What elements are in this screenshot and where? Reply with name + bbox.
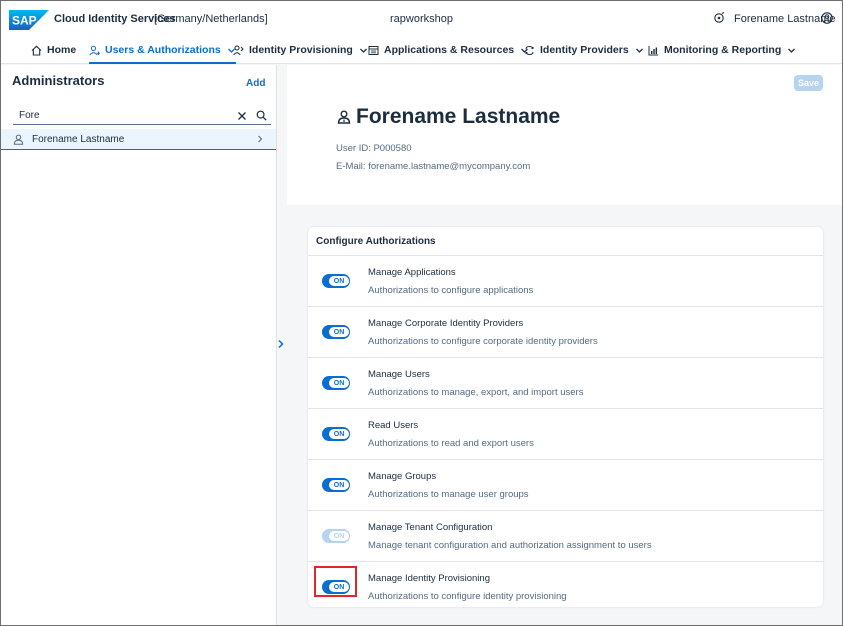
authorization-row: ON Manage Groups Authorizations to manag… bbox=[308, 460, 823, 511]
toggle-label: ON bbox=[329, 276, 349, 286]
page-title: Forename Lastname bbox=[356, 105, 561, 128]
card-title: Configure Authorizations bbox=[316, 236, 436, 247]
authorization-row: ON Manage Tenant Configuration Manage te… bbox=[308, 511, 823, 562]
home-icon bbox=[31, 45, 42, 56]
authorization-row: ON Read Users Authorizations to read and… bbox=[308, 409, 823, 460]
applications-icon bbox=[368, 45, 379, 55]
toggle-label: ON bbox=[329, 429, 349, 439]
app-window: SAP Cloud Identity Services [Germany/Net… bbox=[0, 0, 843, 626]
tab-home-label: Home bbox=[47, 44, 77, 56]
tab-applications-resources[interactable]: Applications & Resources bbox=[368, 37, 529, 63]
highlight-box bbox=[314, 566, 357, 597]
authorization-title: Manage Tenant Configuration bbox=[368, 522, 493, 533]
authorization-description: Authorizations to configure applications bbox=[368, 285, 534, 296]
authorization-title: Read Users bbox=[368, 420, 419, 431]
tab-users-authorizations-label: Users & Authorizations bbox=[105, 44, 221, 56]
administrators-list-pane: Administrators Add Fore Forename Lastnam… bbox=[1, 65, 277, 625]
user-email: E-Mail: forename.lastname@mycompany.com bbox=[336, 161, 531, 172]
authorization-row: ON Manage Users Authorizations to manage… bbox=[308, 358, 823, 409]
shell-bar: SAP Cloud Identity Services [Germany/Net… bbox=[1, 1, 842, 37]
detail-header: Save Forename Lastname User ID: P000580 … bbox=[287, 65, 842, 205]
add-button[interactable]: Add bbox=[246, 78, 265, 89]
toggle-manage-applications[interactable]: ON bbox=[322, 274, 350, 288]
toggle-label: ON bbox=[329, 480, 349, 490]
expand-pane-icon[interactable] bbox=[277, 339, 285, 349]
search-field[interactable]: Fore bbox=[13, 107, 271, 125]
provisioning-icon bbox=[233, 45, 244, 55]
authorization-description: Authorizations to configure corporate id… bbox=[368, 336, 598, 347]
configure-authorizations-card: Configure Authorizations ON Manage Appli… bbox=[308, 227, 823, 607]
identity-providers-icon bbox=[525, 45, 534, 55]
tab-identity-providers[interactable]: Identity Providers bbox=[524, 37, 644, 63]
tab-monitoring-reporting[interactable]: Monitoring & Reporting bbox=[648, 37, 796, 63]
authorization-title: Manage Corporate Identity Providers bbox=[368, 318, 524, 329]
top-navigation: Home Users & Authorizations Identity Pro… bbox=[1, 37, 842, 64]
user-id: User ID: P000580 bbox=[336, 143, 412, 154]
save-button[interactable]: Save bbox=[794, 75, 823, 91]
person-icon bbox=[337, 110, 351, 124]
clear-icon[interactable] bbox=[237, 111, 247, 121]
search-icon[interactable] bbox=[256, 110, 267, 121]
toggle-manage-tenant-configuration: ON bbox=[322, 529, 350, 543]
list-item[interactable]: Forename Lastname bbox=[1, 129, 276, 150]
toggle-label: ON bbox=[329, 531, 349, 541]
authorization-description: Manage tenant configuration and authoriz… bbox=[368, 540, 652, 551]
toggle-manage-users[interactable]: ON bbox=[322, 376, 350, 390]
authorization-title: Manage Identity Provisioning bbox=[368, 573, 490, 584]
toggle-manage-groups[interactable]: ON bbox=[322, 478, 350, 492]
chevron-down-icon bbox=[788, 48, 796, 53]
user-avatar-icon[interactable] bbox=[821, 12, 833, 24]
toggle-manage-corporate-identity-providers[interactable]: ON bbox=[322, 325, 350, 339]
search-input[interactable]: Fore bbox=[13, 110, 237, 121]
chevron-down-icon bbox=[635, 48, 643, 53]
authorization-title: Manage Users bbox=[368, 369, 430, 380]
person-icon bbox=[13, 134, 24, 145]
tab-home[interactable]: Home bbox=[31, 37, 76, 63]
users-icon bbox=[89, 45, 100, 55]
authorization-row: ON Manage Identity Provisioning Authoriz… bbox=[308, 562, 823, 607]
list-title: Administrators bbox=[12, 73, 105, 88]
toggle-label: ON bbox=[329, 327, 349, 337]
authorization-description: Authorizations to read and export users bbox=[368, 438, 534, 449]
tab-identity-provisioning[interactable]: Identity Provisioning bbox=[233, 37, 368, 63]
tab-applications-resources-label: Applications & Resources bbox=[384, 44, 515, 56]
authorization-row: ON Manage Applications Authorizations to… bbox=[308, 256, 823, 307]
tab-monitoring-reporting-label: Monitoring & Reporting bbox=[664, 44, 782, 56]
authorization-title: Manage Groups bbox=[368, 471, 437, 482]
tab-identity-provisioning-label: Identity Provisioning bbox=[249, 44, 353, 56]
chevron-down-icon bbox=[359, 48, 367, 53]
authorization-description: Authorizations to configure identity pro… bbox=[368, 591, 567, 602]
monitoring-icon bbox=[648, 45, 658, 55]
chevron-right-icon bbox=[258, 135, 263, 143]
notification-settings-icon[interactable] bbox=[713, 12, 725, 24]
authorization-description: Authorizations to manage, export, and im… bbox=[368, 387, 584, 398]
authorization-description: Authorizations to manage user groups bbox=[368, 489, 529, 500]
authorization-title: Manage Applications bbox=[368, 267, 456, 278]
list-item-label: Forename Lastname bbox=[32, 133, 125, 145]
toggle-label: ON bbox=[329, 378, 349, 388]
tab-identity-providers-label: Identity Providers bbox=[540, 44, 629, 56]
toggle-read-users[interactable]: ON bbox=[322, 427, 350, 441]
tab-users-authorizations[interactable]: Users & Authorizations bbox=[89, 37, 236, 64]
authorization-row: ON Manage Corporate Identity Providers A… bbox=[308, 307, 823, 358]
